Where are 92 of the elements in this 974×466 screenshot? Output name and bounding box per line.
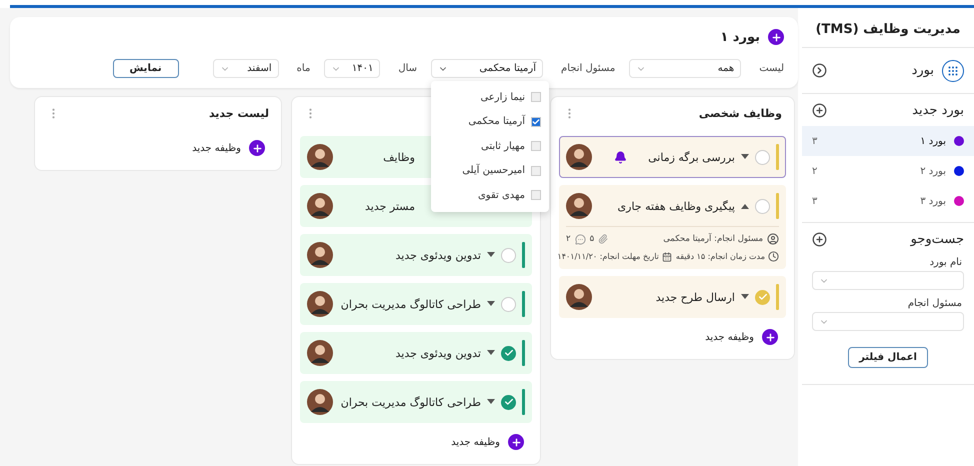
field-label: مسئول انجام — [906, 297, 963, 311]
add-icon[interactable] — [812, 102, 827, 118]
caret-icon[interactable] — [487, 252, 495, 258]
caret-icon[interactable] — [741, 294, 749, 300]
paperclip-icon — [598, 234, 608, 244]
list-title: وظایف شخصی — [698, 106, 782, 120]
user-icon — [767, 233, 779, 245]
filter-label: مسئول انجام — [561, 63, 616, 74]
checkbox[interactable] — [531, 141, 542, 152]
avatar-silhouette — [566, 144, 592, 170]
task-card[interactable]: طراحی کاتالوگ مدیریت بحران — [300, 283, 532, 325]
checkbox[interactable] — [531, 190, 542, 200]
filter-select[interactable]: همه — [629, 59, 742, 78]
add-icon[interactable] — [508, 434, 524, 450]
check-circle[interactable] — [755, 198, 770, 214]
comment-count: ۲ — [566, 234, 571, 244]
show-button[interactable]: نمایش — [112, 59, 179, 78]
task-title: تدوین ویدئوی جدید — [396, 346, 481, 360]
caret-icon[interactable] — [741, 154, 749, 160]
add-task-link[interactable]: وظیفه جدید — [192, 142, 241, 154]
search-heading: جست‌وجو — [910, 232, 964, 246]
apply-filter-button[interactable]: اعمال فیلتر — [848, 347, 928, 368]
avatar-silhouette — [307, 193, 333, 219]
check-circle[interactable] — [501, 296, 516, 312]
avatar-silhouette — [307, 340, 333, 366]
task-title: طراحی کاتالوگ مدیریت بحران — [340, 396, 481, 408]
task-card[interactable]: تدوین ویدئوی جدید — [300, 332, 532, 374]
calendar-icon — [662, 252, 672, 262]
board-heading: بورد — [912, 63, 934, 78]
assignee-text: مسئول انجام: آرمیتا محکمی — [663, 234, 763, 244]
duration-text: مدت زمان انجام: ۱۵ دقیقه — [676, 252, 765, 261]
check-circle[interactable] — [501, 346, 516, 360]
avatar-silhouette — [566, 284, 592, 310]
avatar-silhouette — [307, 291, 333, 317]
caret-icon[interactable] — [487, 399, 495, 405]
board-title: بورد ۱ — [720, 30, 760, 44]
attachment-count: ۵ — [590, 234, 594, 244]
task-card[interactable]: تدوین ویدئوی جدید — [300, 234, 532, 276]
task-title: پیگیری وظایف هفته جاری — [618, 200, 735, 212]
add-icon[interactable] — [249, 140, 265, 156]
checkbox[interactable] — [531, 92, 542, 102]
checkbox[interactable] — [531, 166, 542, 176]
app-title: مدیریت وظایف (TMS) — [802, 8, 974, 48]
dropdown-option[interactable]: آرمیتا محکمی — [431, 110, 550, 134]
dropdown-option[interactable]: نیما زارعی — [431, 85, 550, 110]
board-item[interactable]: بورد ۳ ۳ — [802, 186, 974, 216]
filter-select[interactable]: اسفند — [212, 59, 279, 78]
comment-icon — [574, 234, 586, 244]
check-circle[interactable] — [501, 248, 516, 262]
task-title: وظایف — [383, 150, 415, 164]
add-task-link[interactable]: وظیفه جدید — [451, 436, 500, 448]
task-card[interactable]: طراحی کاتالوگ مدیریت بحران — [300, 381, 532, 423]
checkbox[interactable] — [531, 116, 542, 127]
avatar-silhouette — [566, 193, 592, 219]
task-title: تدوین ویدئوی جدید — [396, 248, 481, 262]
add-icon[interactable] — [768, 29, 784, 45]
add-icon[interactable] — [812, 232, 827, 246]
filter-label: ماه — [296, 63, 310, 74]
filter-select[interactable]: ۱۴۰۱ — [324, 59, 380, 78]
filter-select[interactable]: آرمیتا محکمی — [431, 59, 544, 78]
grid-icon[interactable] — [942, 60, 964, 82]
field-label: نام بورد — [928, 256, 963, 270]
new-board-label: بورد جدید — [912, 102, 964, 118]
check-circle[interactable] — [501, 394, 516, 410]
collapse-icon[interactable] — [812, 63, 827, 78]
check-circle[interactable] — [755, 150, 770, 164]
filter-label: لیست — [759, 63, 784, 74]
task-title: طراحی کاتالوگ مدیریت بحران — [340, 298, 481, 310]
task-title: ارسال طرح جدید — [656, 290, 735, 304]
task-card[interactable]: ارسال طرح جدید — [559, 276, 786, 318]
caret-icon[interactable] — [741, 203, 749, 209]
filter-label: سال — [398, 63, 418, 74]
list-title: لیست جدید — [208, 106, 269, 120]
task-title: بررسی برگه زمانی — [648, 150, 735, 164]
select-field[interactable] — [812, 271, 964, 290]
bell-icon[interactable] — [614, 150, 627, 164]
avatar-silhouette — [307, 242, 333, 268]
avatar-silhouette — [307, 144, 333, 170]
clock-icon — [768, 251, 779, 262]
task-title: مستر جدید — [365, 200, 415, 212]
add-icon[interactable] — [762, 329, 778, 345]
select-field[interactable] — [812, 312, 964, 331]
avatar-silhouette — [307, 389, 333, 415]
board-item[interactable]: بورد ۲ ۲ — [802, 156, 974, 186]
check-circle[interactable] — [755, 290, 770, 304]
deadline-text: تاریخ مهلت انجام: ۱۴۰۱/۱۱/۲۰ — [557, 252, 659, 261]
add-task-link[interactable]: وظیفه جدید — [705, 332, 754, 342]
board-item[interactable]: بورد ۱ ۳ — [802, 126, 974, 156]
caret-icon[interactable] — [487, 301, 495, 307]
caret-icon[interactable] — [487, 350, 495, 356]
task-card[interactable]: پیگیری وظایف هفته جاری مسئول انجام: آرمیتا محکمی ۵ ۲ مدت زمان انجام: ۱۵ دقیقه تاریخ مهلت انجام: ۱۴۰۱/۱۱/۲۰ — [559, 185, 786, 269]
task-card[interactable]: بررسی برگه زمانی — [559, 136, 786, 178]
